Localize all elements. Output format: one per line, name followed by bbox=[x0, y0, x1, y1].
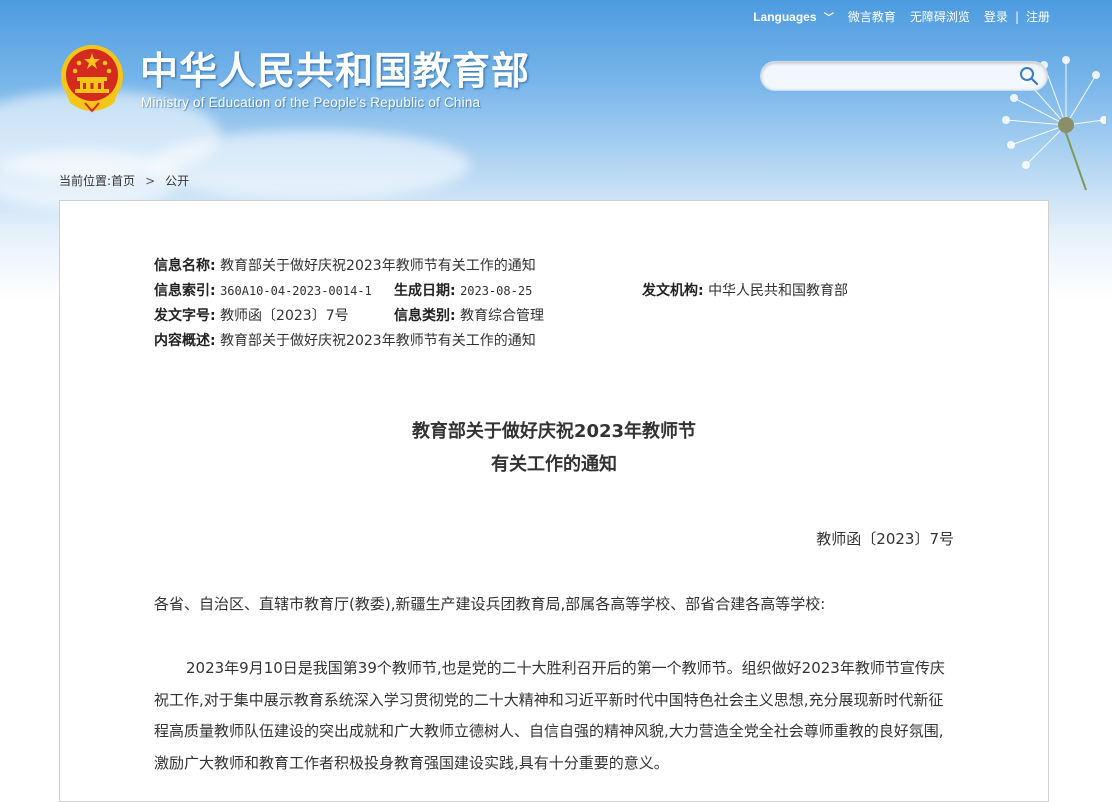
search-input[interactable] bbox=[773, 66, 1017, 88]
meta-created-date: 生成日期: 2023-08-25 bbox=[394, 280, 532, 300]
meta-doc-number: 发文字号: 教师函〔2023〕7号 bbox=[154, 305, 349, 325]
document-paragraph: 2023年9月10日是我国第39个教师节,也是党的二十大胜利召开后的第一个教师节… bbox=[154, 659, 945, 772]
meta-issuer: 发文机构: 中华人民共和国教育部 bbox=[642, 280, 848, 300]
weiyan-link[interactable]: 微言教育 bbox=[848, 8, 896, 25]
breadcrumb-current-link[interactable]: 公开 bbox=[165, 172, 189, 189]
languages-menu[interactable]: Languages ﹀ bbox=[753, 9, 834, 24]
meta-value: 360A10-04-2023-0014-1 bbox=[220, 284, 372, 298]
meta-label: 信息名称: bbox=[154, 258, 216, 274]
site-title[interactable]: 中华人民共和国教育部 bbox=[140, 40, 530, 95]
site-subtitle: Ministry of Education of the People's Re… bbox=[141, 95, 481, 110]
meta-value: 2023-08-25 bbox=[460, 284, 533, 298]
accessible-browse-link[interactable]: 无障碍浏览 bbox=[910, 8, 970, 25]
search-icon[interactable] bbox=[1019, 66, 1039, 86]
breadcrumb-label: 当前位置: bbox=[59, 174, 112, 188]
meta-label: 发文机构: bbox=[642, 283, 704, 299]
document-title-line2: 有关工作的通知 bbox=[491, 454, 617, 475]
chevron-down-icon: ﹀ bbox=[823, 13, 834, 24]
search-box bbox=[760, 61, 1048, 91]
meta-category: 信息类别: 教育综合管理 bbox=[394, 305, 544, 325]
document-title-line1: 教育部关于做好庆祝2023年教师节 bbox=[411, 421, 697, 442]
breadcrumb-home-link[interactable]: 首页 bbox=[111, 172, 135, 189]
meta-label: 信息索引: bbox=[154, 283, 216, 299]
national-emblem-icon[interactable] bbox=[59, 43, 125, 113]
meta-summary: 内容概述: 教育部关于做好庆祝2023年教师节有关工作的通知 bbox=[154, 330, 536, 350]
meta-value: 中华人民共和国教育部 bbox=[708, 283, 849, 299]
meta-label: 发文字号: bbox=[154, 308, 216, 324]
languages-label: Languages bbox=[753, 10, 817, 24]
register-link[interactable]: 注册 bbox=[1026, 8, 1050, 25]
meta-value: 教育综合管理 bbox=[460, 308, 545, 324]
article-container: 信息名称: 教育部关于做好庆祝2023年教师节有关工作的通知 信息索引: 360… bbox=[59, 200, 1049, 802]
meta-label: 内容概述: bbox=[154, 333, 216, 349]
meta-info-name: 信息名称: 教育部关于做好庆祝2023年教师节有关工作的通知 bbox=[154, 255, 536, 275]
meta-label: 生成日期: bbox=[394, 283, 456, 299]
login-link[interactable]: 登录 bbox=[984, 8, 1008, 25]
meta-value: 教育部关于做好庆祝2023年教师节有关工作的通知 bbox=[220, 258, 536, 274]
topbar-divider: | bbox=[1014, 9, 1019, 24]
dandelion-decoration bbox=[1002, 56, 1106, 190]
breadcrumb: 当前位置: 首页 > 公开 bbox=[59, 172, 189, 189]
document-addressee: 各省、自治区、直辖市教育厅(教委),新疆生产建设兵团教育局,部属各高等学校、部省… bbox=[154, 595, 826, 613]
meta-value: 教育部关于做好庆祝2023年教师节有关工作的通知 bbox=[220, 333, 536, 349]
document-number: 教师函〔2023〕7号 bbox=[816, 530, 954, 548]
meta-info-index: 信息索引: 360A10-04-2023-0014-1 bbox=[154, 280, 372, 300]
top-utility-bar: Languages ﹀ 微言教育 无障碍浏览 登录 | 注册 bbox=[739, 8, 1050, 25]
meta-label: 信息类别: bbox=[394, 308, 456, 324]
meta-value: 教师函〔2023〕7号 bbox=[220, 308, 349, 324]
chevron-right-icon: > bbox=[145, 173, 156, 188]
